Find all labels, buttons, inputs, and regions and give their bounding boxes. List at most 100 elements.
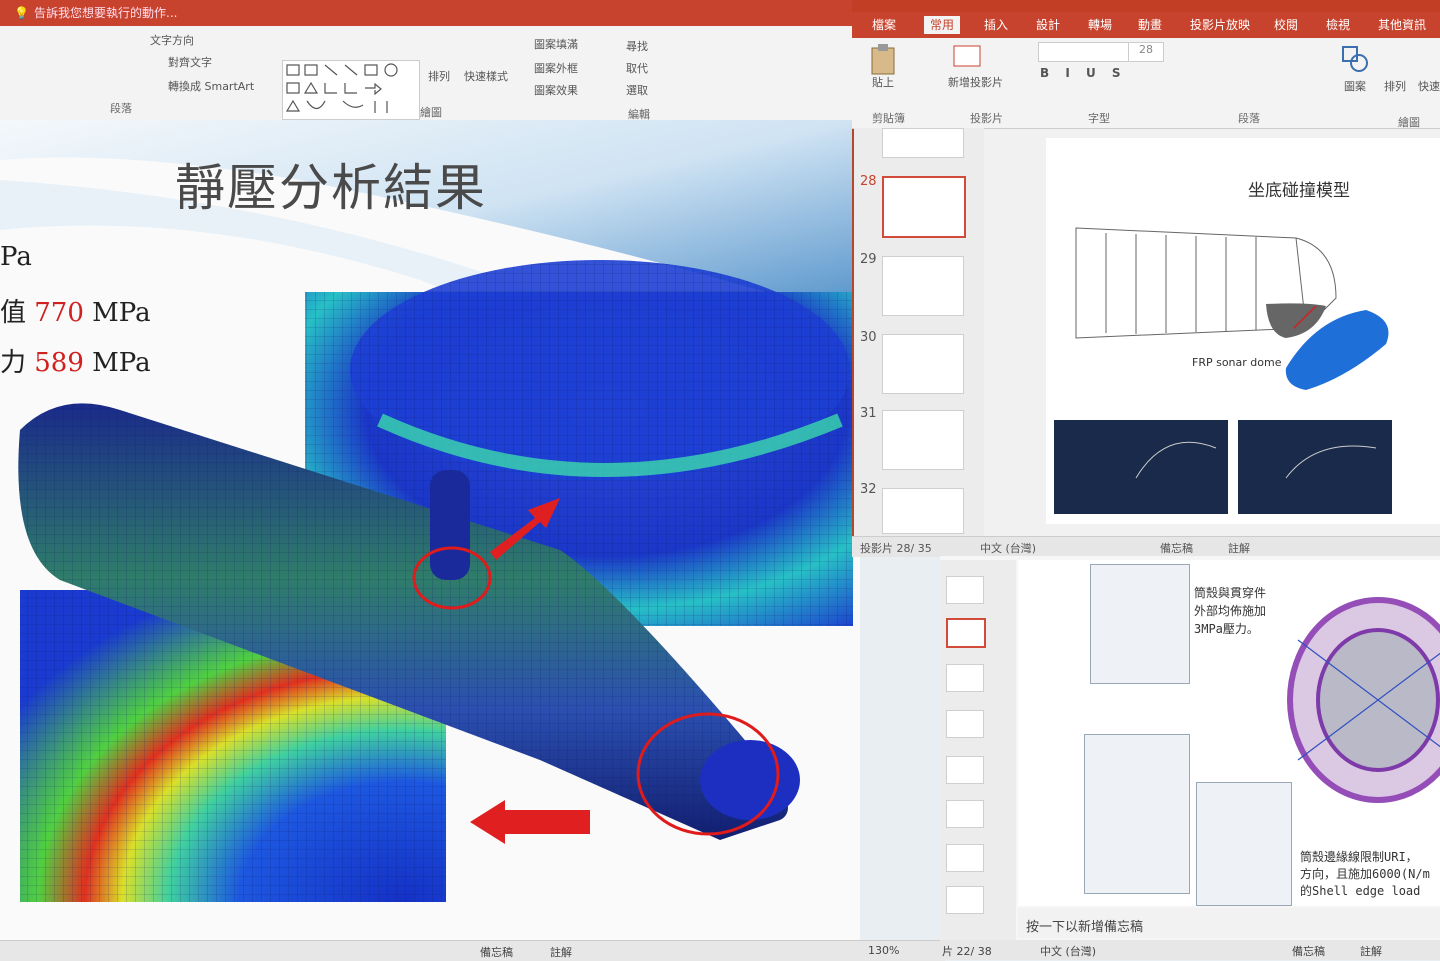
replace-button[interactable]: 取代 <box>626 60 648 76</box>
comments-button[interactable]: 註解 <box>550 944 572 960</box>
stress-line-3-prefix: 力 <box>0 348 35 378</box>
title-bar-right <box>852 0 1440 12</box>
notes-placeholder: 按一下以新增備忘稿 <box>1026 920 1144 935</box>
tab-view[interactable]: 檢視 <box>1326 16 1350 33</box>
quick-styles-button[interactable]: 快速 <box>1418 78 1440 94</box>
shapes-icon <box>285 63 398 113</box>
convert-smartart-button[interactable]: 轉換成 SmartArt <box>168 78 254 94</box>
slide-thumbnail-pane[interactable]: 28 29 30 31 32 <box>854 128 984 536</box>
shapes-button[interactable]: 圖案 <box>1344 78 1366 94</box>
slide-title: 靜壓分析結果 <box>175 159 487 217</box>
slide-canvas-left <box>0 120 860 940</box>
tab-design[interactable]: 設計 <box>1036 16 1060 33</box>
slide-counter: 片 22/ 38 <box>942 945 992 958</box>
max-stress-value: 770 <box>34 298 84 328</box>
boundary-condition-dialog <box>1084 734 1190 894</box>
thumb-number: 31 <box>860 406 877 421</box>
shape-outline-button[interactable]: 圖案外框 <box>534 60 578 76</box>
paste-icon <box>871 44 895 75</box>
ribbon-right: 貼上 剪貼簿 新增投影片 投影片 28 B I U S 字型 段落 圖案 排列 … <box>852 38 1440 129</box>
tab-animations[interactable]: 動畫 <box>1138 16 1162 33</box>
cylinder-model-illustration <box>1287 597 1440 803</box>
slide-thumbnail-32[interactable] <box>882 488 964 534</box>
slide-thumbnail[interactable] <box>882 128 964 158</box>
shape-effects-button[interactable]: 圖案效果 <box>534 82 578 98</box>
zoom-level[interactable]: 130% <box>868 944 899 957</box>
language-indicator[interactable]: 中文 (台灣) <box>980 540 1036 556</box>
slide-thumbnail-28[interactable] <box>882 176 966 238</box>
font-style-buttons[interactable]: B I U S <box>1040 66 1127 80</box>
tab-slideshow[interactable]: 投影片放映 <box>1190 16 1250 33</box>
slide-thumbnail-30[interactable] <box>882 334 964 394</box>
paste-button[interactable]: 貼上 <box>872 74 894 90</box>
paragraph-group-label: 段落 <box>110 102 132 115</box>
comments-button[interactable]: 註解 <box>1360 943 1382 959</box>
notes-button[interactable]: 備忘稿 <box>480 944 513 960</box>
shape-fill-button[interactable]: 圖案填滿 <box>534 36 578 52</box>
slide-background-art <box>0 120 860 902</box>
stress-unit: MPa <box>83 298 151 328</box>
font-size-box[interactable]: 28 <box>1128 42 1164 62</box>
slide-thumbnail[interactable] <box>946 664 984 692</box>
slide-thumbnail[interactable] <box>946 886 984 914</box>
arrange-button[interactable]: 排列 <box>428 68 450 84</box>
tab-transitions[interactable]: 轉場 <box>1088 16 1112 33</box>
new-slide-button[interactable]: 新增投影片 <box>948 74 1003 90</box>
tell-me-bar[interactable]: 💡 告訴我您想要執行的動作... <box>0 0 860 26</box>
language-indicator[interactable]: 中文 (台灣) <box>1040 943 1096 959</box>
load-description-1: 筒殼與貫穿件 <box>1194 586 1267 600</box>
comments-button[interactable]: 註解 <box>1228 540 1250 556</box>
thumb-number: 30 <box>860 330 877 345</box>
tell-me-text: 告訴我您想要執行的動作... <box>34 6 178 20</box>
tab-home[interactable]: 常用 <box>924 16 961 34</box>
slide-title-right: 坐底碰撞模型 <box>1248 181 1350 201</box>
quick-styles-button[interactable]: 快速樣式 <box>464 68 508 84</box>
stress-line-1-prefix: Pa <box>0 242 32 272</box>
shapes-gallery[interactable] <box>282 60 420 120</box>
load-description-2: 外部均佈施加 <box>1194 604 1267 618</box>
slide-thumbnail[interactable] <box>946 710 984 738</box>
notes-button[interactable]: 備忘稿 <box>1292 943 1325 959</box>
tab-insert[interactable]: 插入 <box>984 16 1008 33</box>
slide-thumbnail-selected[interactable] <box>946 618 986 648</box>
notes-pane[interactable]: 按一下以新增備忘稿 <box>1018 908 1440 938</box>
clipboard-group-label: 剪貼簿 <box>872 112 905 125</box>
drawing-group-label: 繪圖 <box>1398 116 1420 129</box>
notes-button[interactable]: 備忘稿 <box>1160 540 1193 556</box>
boundary-description-2: 方向，且施加6000(N/m <box>1300 867 1430 881</box>
lightbulb-icon: 💡 <box>14 6 29 20</box>
load-description-3: 3MPa壓力。 <box>1194 622 1259 636</box>
font-group-label: 字型 <box>1088 112 1110 125</box>
sonar-model-illustration <box>1054 227 1392 514</box>
boundary-description-3: 的Shell edge load <box>1300 884 1421 898</box>
main-slide-right <box>1046 138 1440 524</box>
tab-file[interactable]: 檔案 <box>872 16 896 33</box>
select-button[interactable]: 選取 <box>626 82 648 98</box>
slide-thumbnail-pane-lower[interactable] <box>940 560 1016 940</box>
status-bar-lower: 片 22/ 38 中文 (台灣) 備忘稿 註解 <box>940 940 1440 960</box>
slide-thumbnail[interactable] <box>946 756 984 784</box>
text-direction-button[interactable]: 文字方向 <box>150 32 194 48</box>
slide-thumbnail[interactable] <box>946 844 984 872</box>
align-text-button[interactable]: 對齊文字 <box>168 54 212 70</box>
slide-thumbnail-29[interactable] <box>882 256 964 316</box>
slide-thumbnail[interactable] <box>946 800 984 828</box>
shapes-icon <box>1342 46 1368 72</box>
paragraph-group-label: 段落 <box>1238 112 1260 125</box>
slide-thumbnail-31[interactable] <box>882 410 964 470</box>
boundary-description-1: 筒殼邊緣線限制URI， <box>1300 850 1418 864</box>
thumb-number: 28 <box>860 174 877 189</box>
thumb-number: 32 <box>860 482 877 497</box>
slide-thumbnail[interactable] <box>946 576 984 604</box>
edit-load-dialog <box>1090 564 1190 684</box>
stress-unit: MPa <box>83 348 151 378</box>
arrange-button[interactable]: 排列 <box>1384 78 1406 94</box>
stress-line-1: Pa <box>0 242 32 272</box>
new-slide-icon <box>953 45 981 67</box>
find-button[interactable]: 尋找 <box>626 38 648 54</box>
tab-more-info[interactable]: 其他資訊 <box>1378 16 1426 33</box>
status-bar-left: 備忘稿 註解 130% <box>0 940 945 961</box>
main-slide-lower: 筒殼與貫穿件 外部均佈施加 3MPa壓力。 筒殼邊緣線限制URI， 方向，且施加… <box>1018 560 1440 906</box>
status-bar-right: 投影片 28/ 35 中文 (台灣) 備忘稿 註解 <box>852 536 1440 557</box>
tab-review[interactable]: 校閱 <box>1274 16 1298 33</box>
